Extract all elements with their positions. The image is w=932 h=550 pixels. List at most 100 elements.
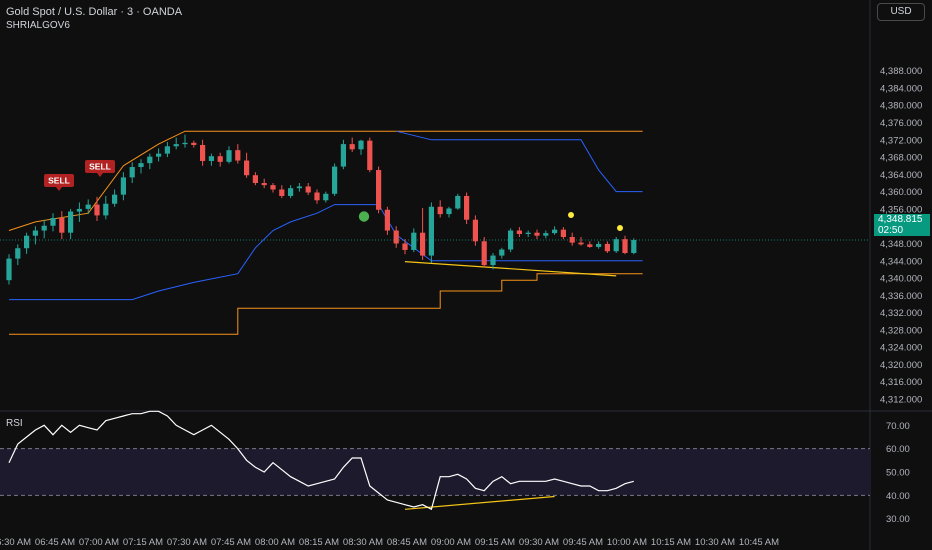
candle-body xyxy=(446,208,452,215)
price-axis-label: 4,368.000 xyxy=(880,153,922,164)
price-axis-label: 4,328.000 xyxy=(880,325,922,336)
candle-body xyxy=(552,229,558,234)
price-axis-label: 4,336.000 xyxy=(880,291,922,302)
rsi-label[interactable]: RSI xyxy=(6,418,23,429)
candle-body xyxy=(164,146,170,154)
time-axis-label: 08:45 AM xyxy=(387,537,427,548)
time-axis-label: 10:30 AM xyxy=(695,537,735,548)
trading-chart[interactable]: 4,388.000 4,384.000 4,380.000 4,376.000 4,37… xyxy=(0,0,932,550)
candle-body xyxy=(279,189,285,196)
candle-body xyxy=(261,183,267,186)
price-axis-label: 4,388.000 xyxy=(880,66,922,77)
price-axis-label: 4,372.000 xyxy=(880,135,922,146)
time-axis-label: 07:00 AM xyxy=(79,537,119,548)
time-axis-label: 07:45 AM xyxy=(211,537,251,548)
price-axis-label: 4,316.000 xyxy=(880,377,922,388)
price-axis-label: 4,320.000 xyxy=(880,360,922,371)
chart-canvas[interactable]: 4,388.000 4,384.000 4,380.000 4,376.000 4,37… xyxy=(0,0,932,550)
signal-dot-green xyxy=(358,211,370,222)
candle-body xyxy=(217,156,223,162)
candle-body xyxy=(499,249,505,256)
time-axis-label: 10:45 AM xyxy=(739,537,779,548)
candle-body xyxy=(50,217,56,226)
time-axis-label: 07:30 AM xyxy=(167,537,207,548)
sell-badge-label: SELL xyxy=(48,176,70,186)
candle-body xyxy=(578,242,584,245)
time-axis-label: 09:45 AM xyxy=(563,537,603,548)
candle-body xyxy=(340,144,346,167)
candle-body xyxy=(76,208,82,212)
time-axis-label: 08:00 AM xyxy=(255,537,295,548)
candle-body xyxy=(138,163,144,168)
candle-body xyxy=(358,140,364,150)
candle-body xyxy=(85,204,91,209)
time-axis-label: 06:45 AM xyxy=(35,537,75,548)
candle-body xyxy=(41,225,47,231)
time-axis-label: 09:30 AM xyxy=(519,537,559,548)
time-axis-label: 08:15 AM xyxy=(299,537,339,548)
rsi-axis-label: 60.00 xyxy=(886,444,910,455)
candle-body xyxy=(288,188,294,196)
candle-body xyxy=(252,175,258,183)
candle-body xyxy=(525,232,531,234)
candle-body xyxy=(59,217,65,233)
time-axis-label: 10:15 AM xyxy=(651,537,691,548)
candle-body xyxy=(631,240,637,253)
last-price-tag: 4,348.815 02:50 xyxy=(874,214,930,236)
candle-body xyxy=(613,239,619,252)
candle-body xyxy=(156,153,162,157)
signal-dot-yellow xyxy=(617,225,623,231)
price-axis-label: 4,340.000 xyxy=(880,274,922,285)
candle-body xyxy=(191,142,197,145)
candle-body xyxy=(120,177,126,195)
candle-body xyxy=(393,230,399,244)
bar-countdown: 02:50 xyxy=(878,225,904,236)
candle-body xyxy=(508,230,514,250)
candle-body xyxy=(200,144,206,161)
rsi-axis-label: 30.00 xyxy=(886,514,910,525)
candle-body xyxy=(103,203,109,216)
rsi-band-fill xyxy=(0,448,870,496)
candle-body xyxy=(305,186,311,193)
candle-body xyxy=(235,150,241,161)
candle-body xyxy=(244,160,250,176)
time-axis-label: 06:30 AM xyxy=(0,537,31,548)
candle-body xyxy=(147,156,153,164)
rsi-axis-label: 40.00 xyxy=(886,491,910,502)
candle-body xyxy=(437,206,443,215)
price-axis-label: 4,384.000 xyxy=(880,83,922,94)
time-axis-label: 08:30 AM xyxy=(343,537,383,548)
candle-body xyxy=(472,219,478,242)
candle-body xyxy=(323,193,329,201)
price-axis-label: 4,376.000 xyxy=(880,118,922,129)
sell-badge-label: SELL xyxy=(89,162,111,172)
last-price-value: 4,348.815 xyxy=(878,214,923,225)
candle-body xyxy=(367,140,373,171)
candle-body xyxy=(481,241,487,266)
price-axis-label: 4,380.000 xyxy=(880,101,922,112)
indicator-name[interactable]: SHRIALGOV6 xyxy=(6,20,70,31)
candle-body xyxy=(68,211,74,233)
candle-body xyxy=(129,167,135,178)
candle-body xyxy=(296,186,302,189)
price-axis-label: 4,344.000 xyxy=(880,256,922,267)
time-axis-label: 10:00 AM xyxy=(607,537,647,548)
candle-body xyxy=(464,195,470,220)
candle-body xyxy=(94,204,100,216)
candle-body xyxy=(182,142,188,145)
candle-body xyxy=(411,232,417,250)
candle-body xyxy=(15,248,21,259)
symbol-title[interactable]: Gold Spot / U.S. Dollar · 3 · OANDA xyxy=(6,6,182,18)
candle-body xyxy=(314,192,320,201)
candle-body xyxy=(596,243,602,247)
candle-body xyxy=(543,233,549,236)
candle-body xyxy=(402,243,408,250)
rsi-axis-label: 70.00 xyxy=(886,421,910,432)
currency-button[interactable]: USD xyxy=(877,3,925,21)
candle-body xyxy=(420,232,426,256)
candle-body xyxy=(604,243,610,252)
candle-body xyxy=(332,166,338,194)
candle-body xyxy=(622,239,628,253)
candle-body xyxy=(569,237,575,243)
candle-body xyxy=(428,206,434,256)
